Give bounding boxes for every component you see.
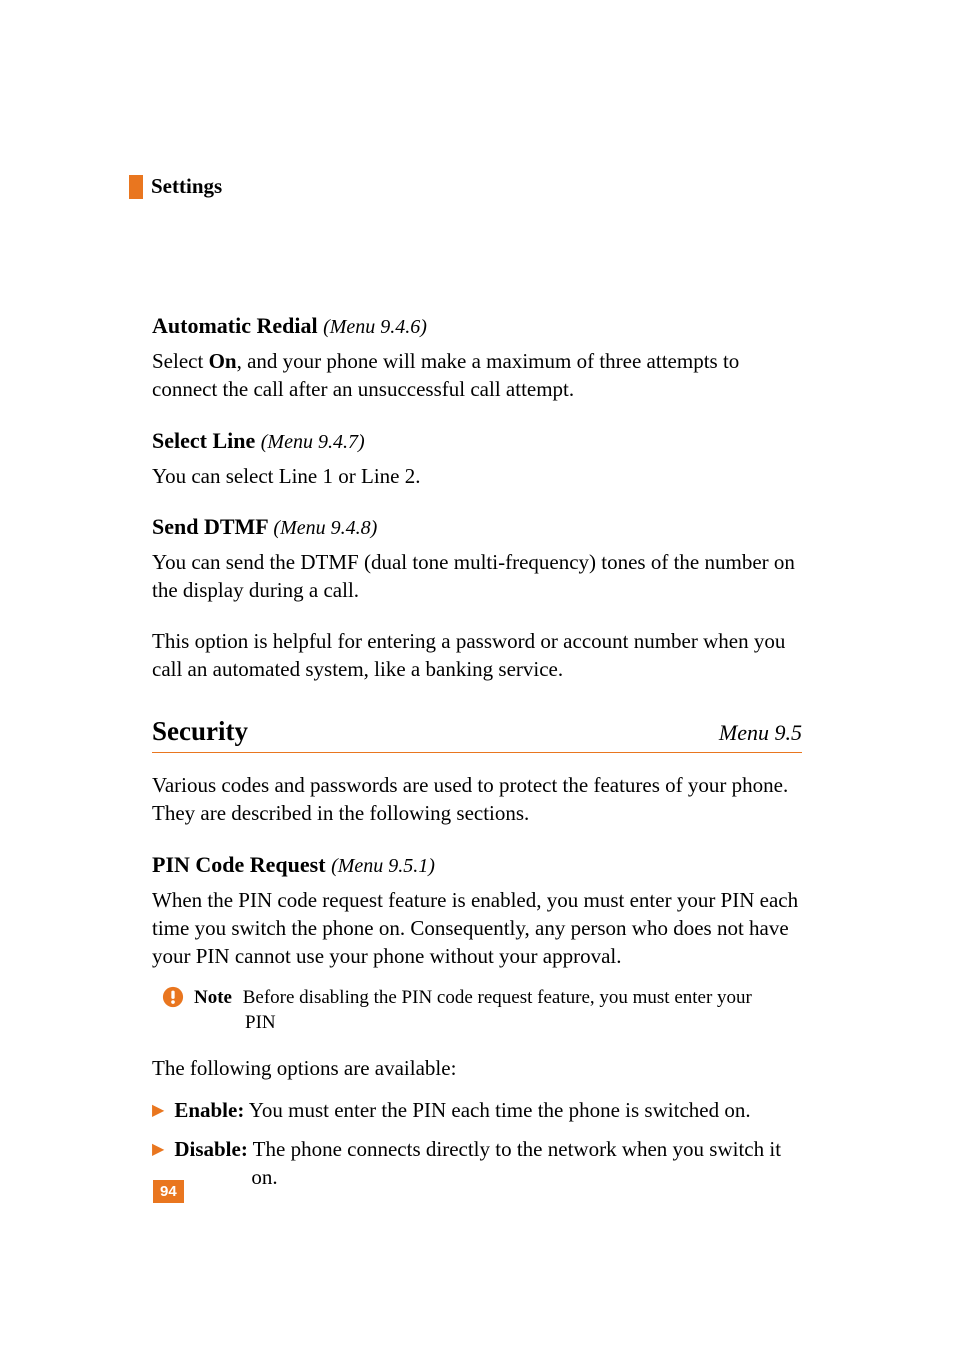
subheading-send-dtmf: Send DTMF (Menu 9.4.8) bbox=[152, 512, 802, 542]
alert-icon bbox=[162, 986, 184, 1008]
paragraph: Various codes and passwords are used to … bbox=[152, 771, 802, 828]
note-body: Note Before disabling the PIN code reque… bbox=[194, 985, 752, 1036]
section-marker-icon bbox=[129, 175, 143, 199]
list-item: ▶ Disable: The phone connects directly t… bbox=[152, 1135, 802, 1192]
subheading-menu: (Menu 9.4.8) bbox=[273, 517, 377, 539]
list-item-label: Disable: bbox=[174, 1137, 248, 1161]
subheading-menu: (Menu 9.4.7) bbox=[261, 431, 365, 453]
paragraph: When the PIN code request feature is ena… bbox=[152, 886, 802, 971]
text-fragment: Select bbox=[152, 349, 209, 373]
triangle-right-icon: ▶ bbox=[152, 1100, 164, 1122]
paragraph: This option is helpful for entering a pa… bbox=[152, 627, 802, 684]
list-item-text: The phone connects directly to the netwo… bbox=[248, 1137, 781, 1161]
note-text: Before disabling the PIN code request fe… bbox=[243, 987, 752, 1008]
subheading-title: PIN Code Request bbox=[152, 852, 326, 877]
page-number: 94 bbox=[153, 1180, 184, 1203]
subheading-title: Send DTMF bbox=[152, 514, 268, 539]
subheading-menu: (Menu 9.4.6) bbox=[323, 316, 427, 338]
list-item-label: Enable: bbox=[174, 1098, 244, 1122]
subheading-menu: (Menu 9.5.1) bbox=[331, 855, 435, 877]
section-menu: Menu 9.5 bbox=[719, 718, 802, 748]
paragraph: You can select Line 1 or Line 2. bbox=[152, 462, 802, 490]
subheading-title: Automatic Redial bbox=[152, 313, 318, 338]
subheading-automatic-redial: Automatic Redial (Menu 9.4.6) bbox=[152, 311, 802, 341]
section-heading-security: Security Menu 9.5 bbox=[152, 713, 802, 752]
subheading-title: Select Line bbox=[152, 428, 255, 453]
list-item-body: Enable: You must enter the PIN each time… bbox=[174, 1096, 750, 1124]
page: Settings Automatic Redial (Menu 9.4.6) S… bbox=[0, 0, 954, 1359]
paragraph: Select On, and your phone will make a ma… bbox=[152, 347, 802, 404]
content-area: Automatic Redial (Menu 9.4.6) Select On,… bbox=[152, 311, 802, 1191]
paragraph: You can send the DTMF (dual tone multi-f… bbox=[152, 548, 802, 605]
list-item: ▶ Enable: You must enter the PIN each ti… bbox=[152, 1096, 802, 1124]
note-block: Note Before disabling the PIN code reque… bbox=[162, 985, 802, 1036]
subheading-pin-code-request: PIN Code Request (Menu 9.5.1) bbox=[152, 850, 802, 880]
list-item-text: You must enter the PIN each time the pho… bbox=[244, 1098, 750, 1122]
note-text-line2: PIN bbox=[245, 1010, 752, 1036]
note-label: Note bbox=[194, 987, 232, 1008]
list-item-body: Disable: The phone connects directly to … bbox=[174, 1135, 781, 1192]
section-label: Settings bbox=[151, 174, 222, 199]
list-item-text-line2: on. bbox=[174, 1163, 781, 1191]
header-section: Settings bbox=[129, 174, 802, 199]
text-fragment: , and your phone will make a maximum of … bbox=[152, 349, 739, 401]
subheading-select-line: Select Line (Menu 9.4.7) bbox=[152, 426, 802, 456]
paragraph: The following options are available: bbox=[152, 1054, 802, 1082]
bold-on: On bbox=[209, 349, 237, 373]
section-title: Security bbox=[152, 713, 248, 749]
triangle-right-icon: ▶ bbox=[152, 1139, 164, 1161]
